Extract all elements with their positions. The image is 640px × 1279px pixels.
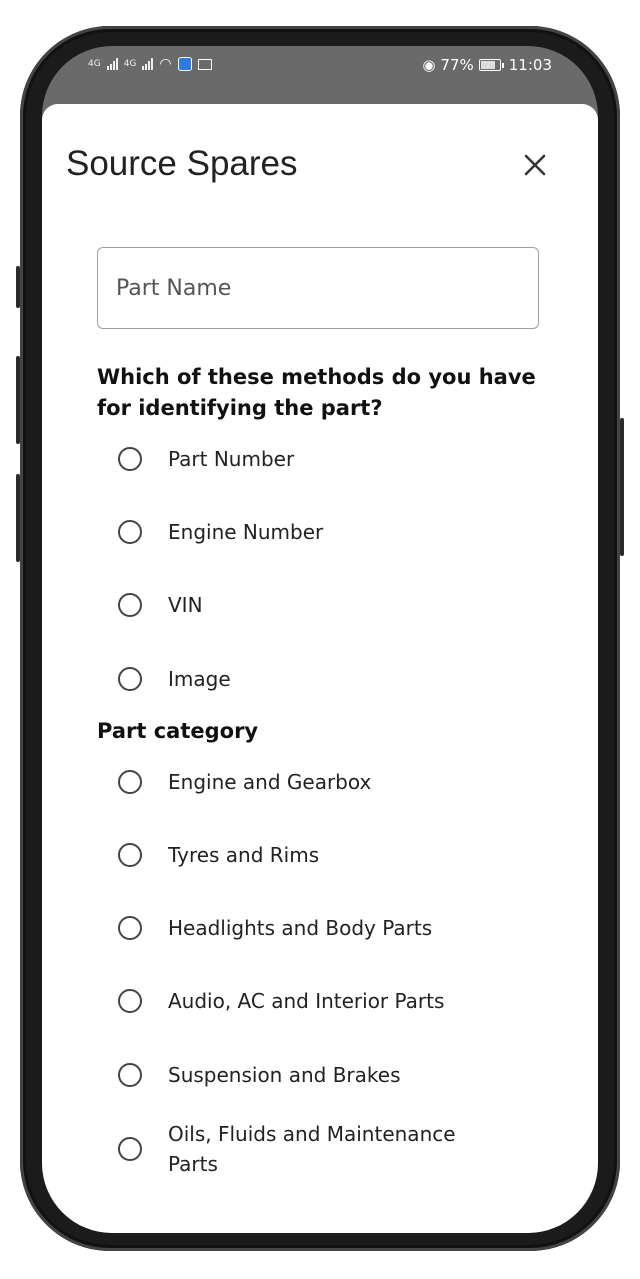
close-icon (524, 154, 546, 176)
battery-icon (478, 59, 504, 71)
close-button[interactable] (518, 148, 552, 182)
status-right: ◉ 77% 11:03 (422, 56, 552, 74)
radio-circle[interactable] (118, 989, 142, 1013)
radio-label: Engine Number (168, 520, 324, 544)
radio-circle[interactable] (118, 447, 142, 471)
radio-label: Oils, Fluids and Maintenance Parts (168, 1122, 456, 1176)
radio-headlights-and-body-parts[interactable]: Headlights and Body Parts (118, 913, 538, 943)
shield-icon (177, 57, 192, 71)
radio-label: Engine and Gearbox (168, 770, 372, 794)
radio-oils-fluids-maintenance-parts[interactable]: Oils, Fluids and Maintenance Parts (118, 1119, 538, 1179)
radio-label: Tyres and Rims (168, 843, 320, 867)
radio-circle[interactable] (118, 916, 142, 940)
radio-circle[interactable] (118, 593, 142, 617)
radio-engine-number[interactable]: Engine Number (118, 517, 538, 547)
network-type-1: 4G (88, 59, 101, 69)
sheet-title: Source Spares (66, 144, 298, 183)
laptop-icon (197, 58, 212, 70)
radio-label: Image (168, 667, 231, 691)
radio-label: VIN (168, 593, 203, 617)
status-bar: 4G 4G ◠ ◉ 77% 11:03 (42, 46, 598, 104)
eye-icon: ◉ (422, 56, 436, 74)
radio-engine-and-gearbox[interactable]: Engine and Gearbox (118, 767, 538, 797)
phone-screen: 4G 4G ◠ ◉ 77% 11:03 Source Spares Part N… (42, 46, 598, 1233)
phone-power-button (620, 418, 624, 556)
radio-label: Headlights and Body Parts (168, 916, 433, 940)
radio-circle[interactable] (118, 843, 142, 867)
radio-circle[interactable] (118, 520, 142, 544)
part-name-field[interactable] (97, 247, 539, 329)
signal-bars-icon (106, 58, 118, 70)
radio-suspension-and-brakes[interactable]: Suspension and Brakes (118, 1060, 538, 1090)
phone-side-button (16, 266, 20, 308)
radio-circle[interactable] (118, 1137, 142, 1161)
radio-circle[interactable] (118, 770, 142, 794)
radio-audio-ac-interior-parts[interactable]: Audio, AC and Interior Parts (118, 986, 538, 1016)
wifi-icon: ◠ (159, 56, 172, 72)
source-spares-sheet: Source Spares Which of these methods do … (42, 104, 598, 1233)
radio-vin[interactable]: VIN (118, 590, 538, 620)
battery-percent: 77% (440, 56, 474, 74)
clock: 11:03 (508, 56, 552, 74)
network-type-2: 4G (123, 59, 137, 69)
phone-volume-down-button (16, 474, 20, 562)
status-left: 4G 4G ◠ (88, 56, 212, 72)
phone-volume-up-button (16, 356, 20, 444)
signal-bars-icon (142, 58, 154, 70)
category-heading: Part category (97, 719, 259, 743)
radio-circle[interactable] (118, 667, 142, 691)
radio-label: Suspension and Brakes (168, 1063, 401, 1087)
radio-part-number[interactable]: Part Number (118, 444, 538, 474)
radio-circle[interactable] (118, 1063, 142, 1087)
identification-heading: Which of these methods do you have for i… (97, 365, 536, 420)
radio-label: Audio, AC and Interior Parts (168, 989, 445, 1013)
part-name-input[interactable] (98, 248, 538, 328)
radio-label: Part Number (168, 447, 295, 471)
radio-tyres-and-rims[interactable]: Tyres and Rims (118, 840, 538, 870)
radio-image[interactable]: Image (118, 664, 538, 694)
